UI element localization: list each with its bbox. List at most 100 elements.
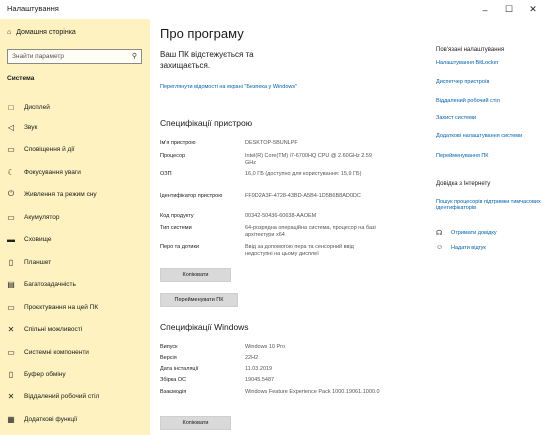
projector-icon: ▭	[7, 302, 15, 312]
clipboard-icon: ▯	[8, 369, 14, 379]
spec-row: Ім'я пристрою DESKTOP-5BUNLPF	[160, 140, 390, 147]
sidebar-item-battery[interactable]: ▭ Акумулятор	[0, 207, 150, 227]
sidebar-item-storage[interactable]: ▬ Сховище	[0, 229, 150, 249]
spec-value: Intel(R) Core(TM) i7-6700HQ CPU @ 2.60GH…	[245, 153, 372, 166]
multitasking-icon: ▤	[7, 279, 15, 289]
tablet-icon: ▯	[8, 257, 14, 267]
protection-status: Ваш ПК відстежується та захищається.	[160, 50, 254, 70]
title-bar: Налаштування – ☐ ✕	[0, 0, 560, 19]
spec-value: DESKTOP-5BUNLPF	[245, 140, 298, 146]
feedback-label: Надати відгук	[451, 244, 486, 251]
spec-key: Збірка ОС	[160, 377, 187, 383]
spec-key: ОЗП	[160, 171, 172, 177]
sidebar-item-label: Акумулятор	[24, 213, 60, 221]
category-title: Система	[7, 75, 35, 82]
spec-value: 16,0 ГБ (доступно для користування: 15,9…	[245, 171, 362, 177]
main-content: Про програму Ваш ПК відстежується та зах…	[150, 19, 560, 435]
components-icon: ▭	[7, 347, 15, 357]
sidebar-item-label: Багатозадачність	[24, 280, 76, 288]
spec-key: Ідентифікатор пристрою	[160, 193, 223, 199]
sidebar-item-focus[interactable]: ☾ Фокусування уваги	[0, 162, 150, 182]
spec-value: Windows Feature Experience Pack 1000.190…	[245, 389, 380, 395]
device-manager-link[interactable]: Диспетчер пристроїв	[436, 79, 489, 85]
copy-windows-specs-button[interactable]: Копіювати	[160, 416, 231, 430]
spec-key: Процесор	[160, 153, 186, 159]
search-icon: ⚲	[131, 53, 137, 60]
spec-row: Тип системи 64-розрядна операційна систем…	[160, 225, 390, 239]
home-icon: ⌂	[7, 29, 12, 36]
display-icon: □	[8, 102, 14, 112]
spec-row: Взаємодія Windows Feature Experience Pack…	[160, 389, 390, 396]
sidebar-item-components[interactable]: ▭ Системні компоненти	[0, 342, 150, 362]
remote-desktop-link[interactable]: Віддалений робочий стіл	[436, 98, 500, 104]
feedback-link[interactable]: ☺ Надати відгук	[436, 244, 486, 251]
spec-value: 22H2	[245, 355, 259, 361]
web-help-title: Довідка з Інтернету	[436, 181, 491, 187]
sidebar-item-label: Проєктування на цей ПК	[24, 303, 99, 311]
spec-value: FF9D2A3F-4728-43BD-A5B4-1D5B6B8AD0DC	[245, 193, 361, 199]
sidebar-item-tablet[interactable]: ▯ Планшет	[0, 252, 150, 272]
web-help-link[interactable]: Пошук процесорів підтримки тимчасових ід…	[436, 199, 560, 211]
spec-value: 00342-50436-60638-AAOEM	[245, 213, 317, 219]
home-link[interactable]: ⌂ Домашня сторінка	[7, 29, 76, 36]
copy-button[interactable]: Копіювати	[160, 268, 231, 282]
spec-key: Ім'я пристрою	[160, 140, 196, 146]
spec-row: ОЗП 16,0 ГБ (доступно для користування: 1…	[160, 171, 390, 178]
advanced-settings-link[interactable]: Додаткові налаштування системи	[436, 133, 522, 139]
sidebar-item-label: Живлення та режим сну	[24, 190, 97, 198]
spec-value: Ввід за допомогою пера та сенсорний ввід…	[245, 244, 354, 257]
sidebar-item-sound[interactable]: ◁ Звук	[0, 117, 150, 137]
security-link[interactable]: Переглянути відомості на екрані "Безпека…	[160, 84, 300, 91]
home-label: Домашня сторінка	[16, 29, 76, 36]
sidebar-item-display[interactable]: □ Дисплей	[0, 97, 150, 117]
sidebar-item-shared[interactable]: ✕ Спільні можливості	[0, 319, 150, 339]
rename-pc-button[interactable]: Перейменувати ПК	[160, 293, 238, 307]
moon-icon: ☾	[7, 167, 15, 177]
sidebar-item-projecting[interactable]: ▭ Проєктування на цей ПК	[0, 297, 150, 317]
sidebar-item-label: Звук	[24, 123, 38, 131]
spec-key: Взаємодія	[160, 389, 187, 395]
spec-value: 11.03.2019	[245, 366, 273, 372]
notifications-icon: ▭	[7, 144, 15, 154]
sidebar-item-clipboard[interactable]: ▯ Буфер обміну	[0, 364, 150, 384]
spec-value: 64-розрядна операційна система, процесор…	[245, 225, 376, 238]
minimize-button[interactable]: –	[473, 0, 497, 19]
sidebar-item-label: Системні компоненти	[24, 348, 89, 356]
spec-row: Процесор Intel(R) Core(TM) i7-6700HQ CPU …	[160, 153, 390, 167]
sidebar-item-label: Фокусування уваги	[24, 168, 81, 176]
page-title: Про програму	[160, 26, 244, 41]
sidebar-item-power[interactable]: ⏻ Живлення та режим сну	[0, 184, 150, 204]
device-specs-title: Специфікації пристрою	[160, 118, 253, 128]
get-help-link[interactable]: ☊ Отримати довідку	[436, 229, 497, 237]
maximize-button[interactable]: ☐	[497, 0, 521, 19]
system-protection-link[interactable]: Захист системи	[436, 115, 476, 121]
storage-icon: ▬	[7, 234, 15, 244]
spec-key: Тип системи	[160, 225, 192, 231]
sidebar-item-optional-features[interactable]: ▦ Додаткові функції	[0, 409, 150, 429]
bitlocker-link[interactable]: Налаштування BitLocker	[436, 60, 498, 66]
search-placeholder: Знайти параметр	[12, 53, 64, 60]
features-icon: ▦	[7, 414, 15, 424]
sidebar-item-multitasking[interactable]: ▤ Багатозадачність	[0, 274, 150, 294]
get-help-label: Отримати довідку	[451, 230, 497, 236]
spec-row: Версія 22H2	[160, 355, 390, 362]
spec-key: Перо та дотики	[160, 244, 199, 250]
sidebar-item-label: Віддалений робочий стіл	[24, 392, 100, 400]
spec-row: Перо та дотики Ввід за допомогою пера та …	[160, 244, 390, 258]
sidebar: ⌂ Домашня сторінка Знайти параметр ⚲ Сис…	[0, 19, 150, 435]
sidebar-item-label: Сховище	[24, 235, 52, 243]
sidebar-item-notifications[interactable]: ▭ Сповіщення й дії	[0, 139, 150, 159]
help-icon: ☊	[436, 230, 443, 237]
remote-desktop-icon: ✕	[7, 391, 15, 401]
spec-row: Ідентифікатор пристрою FF9D2A3F-4728-43BD…	[160, 193, 390, 200]
search-input[interactable]: Знайти параметр ⚲	[7, 49, 142, 64]
speaker-icon: ◁	[7, 122, 15, 132]
sidebar-item-remote-desktop[interactable]: ✕ Віддалений робочий стіл	[0, 386, 150, 406]
spec-row: Збірка ОС 19045.5487	[160, 377, 390, 384]
close-button[interactable]: ✕	[521, 0, 545, 19]
spec-key: Дата інсталяції	[160, 366, 199, 372]
sidebar-item-label: Дисплей	[24, 103, 50, 111]
rename-pc-link[interactable]: Перейменування ПК	[436, 153, 489, 159]
spec-value: 19045.5487	[245, 377, 275, 383]
spec-key: Код продукту	[160, 213, 194, 219]
